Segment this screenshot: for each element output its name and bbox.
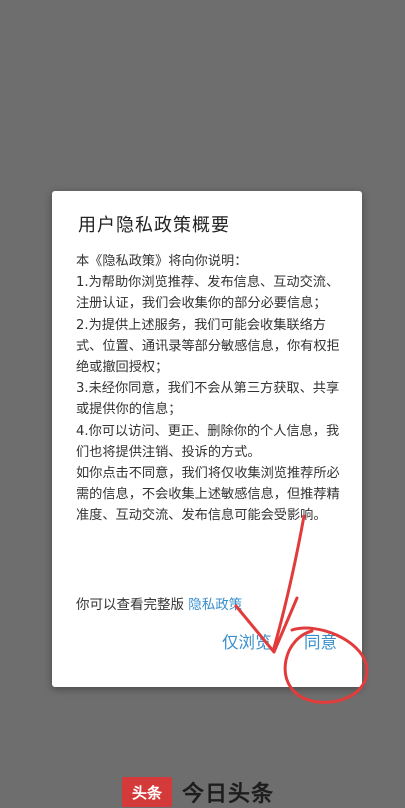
app-logo-icon: 头条 <box>122 777 172 807</box>
privacy-policy-dialog: 用户隐私政策概要 本《隐私政策》将向你说明： 1.为帮助你浏览推荐、发布信息、互… <box>52 191 362 687</box>
agree-button[interactable]: 同意 <box>304 629 337 653</box>
app-name: 今日头条 <box>182 782 275 807</box>
app-branding: 头条 今日头条 <box>122 776 274 808</box>
policy-disagree-note: 如你点击不同意，我们将仅收集浏览推荐所必需的信息，不会收集上述敏感信息，但推荐精… <box>76 466 340 524</box>
policy-item-4: 4.你可以访问、更正、删除你的个人信息，我们也将提供注销、投诉的方式。 <box>76 423 340 460</box>
policy-item-2: 2.为提供上述服务，我们可能会收集联络方式、位置、通讯录等部分敏感信息，你有权拒… <box>76 317 340 376</box>
privacy-policy-link[interactable]: 隐私政策 <box>188 597 242 613</box>
full-policy-row: 你可以查看完整版 隐私政策 <box>76 593 242 613</box>
browse-only-button[interactable]: 仅浏览 <box>222 629 272 653</box>
policy-item-3: 3.未经你同意，我们不会从第三方获取、共享或提供你的信息； <box>76 381 340 418</box>
full-policy-prefix: 你可以查看完整版 <box>76 597 184 613</box>
dialog-title: 用户隐私政策概要 <box>78 215 230 236</box>
dialog-body: 本《隐私政策》将向你说明： 1.为帮助你浏览推荐、发布信息、互动交流、注册认证，… <box>76 251 344 527</box>
policy-item-1: 1.为帮助你浏览推荐、发布信息、互动交流、注册认证，我们会收集你的部分必要信息； <box>76 275 340 312</box>
policy-intro: 本《隐私政策》将向你说明： <box>76 254 248 269</box>
